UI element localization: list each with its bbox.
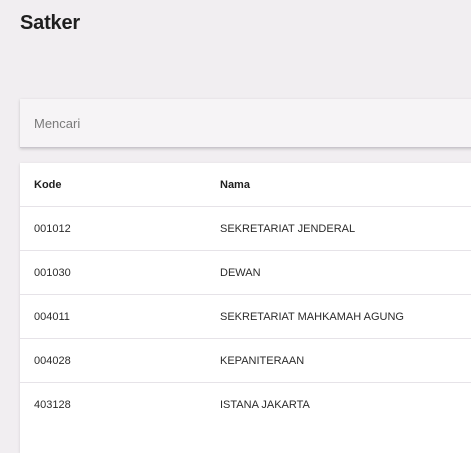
cell-kode: 001012 [20, 206, 220, 251]
cell-kode: 004028 [20, 338, 220, 383]
table-row[interactable]: 403128 ISTANA JAKARTA [20, 383, 471, 427]
column-header-nama[interactable]: Nama [220, 163, 471, 207]
cell-kode: 004011 [20, 294, 220, 339]
table-row[interactable]: 004011 SEKRETARIAT MAHKAMAH AGUNG [20, 294, 471, 339]
page-title: Satker [20, 12, 80, 34]
search-bar [20, 99, 471, 148]
table-row[interactable]: 001030 DEWAN [20, 250, 471, 295]
table-header-row: Kode Nama [20, 163, 471, 207]
satker-table-card: Kode Nama 001012 SEKRETARIAT JENDERAL 00… [20, 163, 471, 453]
cell-nama: KEPANITERAAN [220, 338, 471, 383]
column-header-kode[interactable]: Kode [20, 163, 220, 207]
cell-nama: DEWAN [220, 250, 471, 295]
satker-table: Kode Nama 001012 SEKRETARIAT JENDERAL 00… [20, 163, 471, 426]
table-row[interactable]: 004028 KEPANITERAAN [20, 338, 471, 383]
cell-kode: 001030 [20, 250, 220, 295]
search-input[interactable] [34, 99, 454, 147]
cell-nama: ISTANA JAKARTA [220, 398, 310, 411]
cell-kode: 403128 [34, 398, 71, 411]
cell-nama: SEKRETARIAT MAHKAMAH AGUNG [220, 294, 471, 339]
cell-nama: SEKRETARIAT JENDERAL [220, 206, 471, 251]
table-row[interactable]: 001012 SEKRETARIAT JENDERAL [20, 206, 471, 251]
